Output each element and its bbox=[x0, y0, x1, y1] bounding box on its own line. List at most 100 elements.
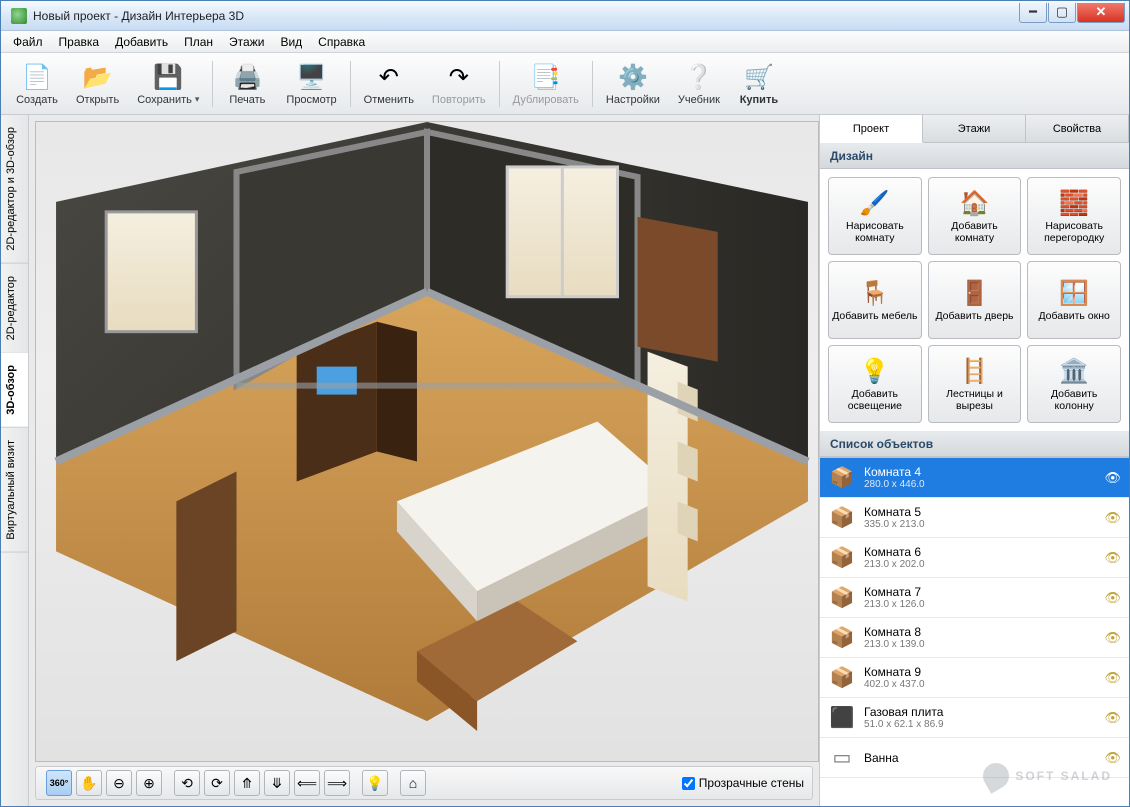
view-tool-rotate-left-button[interactable]: ⟲ bbox=[174, 770, 200, 796]
design-дверь-button[interactable]: 🚪Добавить дверь bbox=[928, 261, 1022, 339]
maximize-button[interactable]: ▢ bbox=[1048, 3, 1076, 23]
toolbar-отменить-button[interactable]: ↶Отменить bbox=[357, 56, 421, 112]
object-dimensions: 402.0 x 437.0 bbox=[864, 679, 1104, 690]
menu-правка[interactable]: Правка bbox=[51, 35, 108, 49]
object-dimensions: 213.0 x 126.0 bbox=[864, 599, 1104, 610]
object-item[interactable]: 📦Комната 9402.0 x 437.0👁 bbox=[820, 658, 1129, 698]
view-tab-3d-обзор[interactable]: 3D-обзор bbox=[1, 353, 28, 428]
visibility-eye-icon[interactable]: 👁 bbox=[1104, 510, 1121, 526]
design-label: Добавить комнату bbox=[929, 220, 1021, 244]
toolbar-печать-button[interactable]: 🖨️Печать bbox=[219, 56, 275, 112]
повторить-icon: ↷ bbox=[443, 61, 475, 93]
object-list[interactable]: 📦Комната 4280.0 x 446.0👁📦Комната 5335.0 … bbox=[820, 457, 1129, 806]
view-tool-light-button[interactable]: 💡 bbox=[362, 770, 388, 796]
object-item[interactable]: 📦Комната 5335.0 x 213.0👁 bbox=[820, 498, 1129, 538]
toolbar-label: Дублировать bbox=[513, 94, 579, 106]
menu-этажи[interactable]: Этажи bbox=[221, 35, 272, 49]
design-комнату-button[interactable]: 🖌️Нарисовать комнату bbox=[828, 177, 922, 255]
отменить-icon: ↶ bbox=[373, 61, 405, 93]
design-label: Нарисовать комнату bbox=[829, 220, 921, 244]
toolbar-просмотр-button[interactable]: 🖥️Просмотр bbox=[279, 56, 343, 112]
toolbar-дублировать-button: 📑Дублировать bbox=[506, 56, 586, 112]
visibility-eye-icon[interactable]: 👁 bbox=[1104, 710, 1121, 726]
content-area: 2D-редактор и 3D-обзор2D-редактор3D-обзо… bbox=[1, 115, 1129, 806]
right-tabs: ПроектЭтажиСвойства bbox=[820, 115, 1129, 143]
right-tab-проект[interactable]: Проект bbox=[820, 115, 923, 143]
visibility-eye-icon[interactable]: 👁 bbox=[1104, 590, 1121, 606]
view-tool-orbit-right-button[interactable]: ⟹ bbox=[324, 770, 350, 796]
design-label: Добавить колонну bbox=[1028, 388, 1120, 412]
window-title: Новый проект - Дизайн Интерьера 3D bbox=[33, 9, 1018, 23]
view-tool-zoom-out-button[interactable]: ⊖ bbox=[106, 770, 132, 796]
visibility-eye-icon[interactable]: 👁 bbox=[1104, 470, 1121, 486]
object-item[interactable]: 📦Комната 7213.0 x 126.0👁 bbox=[820, 578, 1129, 618]
design-вырезы-button[interactable]: 🪜Лестницы и вырезы bbox=[928, 345, 1022, 423]
design-колонну-button[interactable]: 🏛️Добавить колонну bbox=[1027, 345, 1121, 423]
view-tool-home-button[interactable]: ⌂ bbox=[400, 770, 426, 796]
object-name: Газовая плита bbox=[864, 705, 1104, 719]
object-dimensions: 51.0 x 62.1 x 86.9 bbox=[864, 719, 1104, 730]
menu-файл[interactable]: Файл bbox=[5, 35, 51, 49]
menu-справка[interactable]: Справка bbox=[310, 35, 373, 49]
toolbar-separator bbox=[592, 61, 593, 107]
design-section-header: Дизайн bbox=[820, 143, 1129, 169]
toolbar-label: Открыть bbox=[76, 94, 119, 106]
object-icon: ⬛ bbox=[828, 704, 856, 732]
visibility-eye-icon[interactable]: 👁 bbox=[1104, 550, 1121, 566]
transparent-walls-input[interactable] bbox=[682, 777, 695, 790]
design-комнату-button[interactable]: 🏠Добавить комнату bbox=[928, 177, 1022, 255]
toolbar-настройки-button[interactable]: ⚙️Настройки bbox=[599, 56, 667, 112]
design-мебель-button[interactable]: 🪑Добавить мебель bbox=[828, 261, 922, 339]
minimize-button[interactable]: ━ bbox=[1019, 3, 1047, 23]
toolbar-купить-button[interactable]: 🛒Купить bbox=[731, 56, 787, 112]
view-tab-2d-редактор[interactable]: 2D-редактор bbox=[1, 264, 28, 353]
menubar: ФайлПравкаДобавитьПланЭтажиВидСправка bbox=[1, 31, 1129, 53]
close-button[interactable]: ✕ bbox=[1077, 3, 1125, 23]
object-name: Комната 7 bbox=[864, 585, 1104, 599]
object-name: Комната 5 bbox=[864, 505, 1104, 519]
toolbar-учебник-button[interactable]: ❔Учебник bbox=[671, 56, 727, 112]
object-dimensions: 335.0 x 213.0 bbox=[864, 519, 1104, 530]
design-освещение-button[interactable]: 💡Добавить освещение bbox=[828, 345, 922, 423]
object-item[interactable]: 📦Комната 4280.0 x 446.0👁 bbox=[820, 458, 1129, 498]
toolbar-label: Настройки bbox=[606, 94, 660, 106]
menu-план[interactable]: План bbox=[176, 35, 221, 49]
view-tool-tilt-up-button[interactable]: ⤊ bbox=[234, 770, 260, 796]
design-label: Добавить дверь bbox=[933, 310, 1015, 322]
object-item[interactable]: 📦Комната 8213.0 x 139.0👁 bbox=[820, 618, 1129, 658]
toolbar-label: Отменить bbox=[364, 94, 414, 106]
view-tool-pan-button[interactable]: ✋ bbox=[76, 770, 102, 796]
design-icon: 🏛️ bbox=[1059, 356, 1089, 388]
object-item[interactable]: ⬛ Газовая плита51.0 x 62.1 x 86.9👁 bbox=[820, 698, 1129, 738]
view-tool-tilt-down-button[interactable]: ⤋ bbox=[264, 770, 290, 796]
right-tab-свойства[interactable]: Свойства bbox=[1026, 115, 1129, 142]
transparent-walls-checkbox[interactable]: Прозрачные стены bbox=[682, 776, 804, 790]
titlebar: Новый проект - Дизайн Интерьера 3D ━ ▢ ✕ bbox=[1, 1, 1129, 31]
view-tool-zoom-in-button[interactable]: ⊕ bbox=[136, 770, 162, 796]
toolbar-открыть-button[interactable]: 📂Открыть bbox=[69, 56, 126, 112]
view-tab-2d-редактор-и-3d-обзор[interactable]: 2D-редактор и 3D-обзор bbox=[1, 115, 28, 264]
visibility-eye-icon[interactable]: 👁 bbox=[1104, 670, 1121, 686]
toolbar-label: Сохранить bbox=[137, 94, 192, 106]
visibility-eye-icon[interactable]: 👁 bbox=[1104, 630, 1121, 646]
design-перегородку-button[interactable]: 🧱Нарисовать перегородку bbox=[1027, 177, 1121, 255]
design-icon: 🧱 bbox=[1059, 188, 1089, 220]
design-label: Добавить окно bbox=[1036, 310, 1111, 322]
toolbar-создать-button[interactable]: 📄Создать bbox=[9, 56, 65, 112]
leaf-icon bbox=[979, 758, 1015, 794]
view-tool-rotate-right-button[interactable]: ⟳ bbox=[204, 770, 230, 796]
view-tool-360-button[interactable]: 360° bbox=[46, 770, 72, 796]
сохранить-icon: 💾 bbox=[152, 61, 184, 93]
right-tab-этажи[interactable]: Этажи bbox=[923, 115, 1026, 142]
view-tool-orbit-left-button[interactable]: ⟸ bbox=[294, 770, 320, 796]
design-окно-button[interactable]: 🪟Добавить окно bbox=[1027, 261, 1121, 339]
toolbar-сохранить-button[interactable]: 💾Сохранить▾ bbox=[130, 56, 206, 112]
object-item[interactable]: 📦Комната 6213.0 x 202.0👁 bbox=[820, 538, 1129, 578]
design-label: Добавить мебель bbox=[830, 310, 919, 322]
menu-вид[interactable]: Вид bbox=[272, 35, 310, 49]
object-icon: 📦 bbox=[828, 544, 856, 572]
3d-scene[interactable] bbox=[35, 121, 819, 762]
menu-добавить[interactable]: Добавить bbox=[107, 35, 176, 49]
view-tab-виртуальный-визит[interactable]: Виртуальный визит bbox=[1, 428, 28, 553]
toolbar-label: Печать bbox=[229, 94, 265, 106]
